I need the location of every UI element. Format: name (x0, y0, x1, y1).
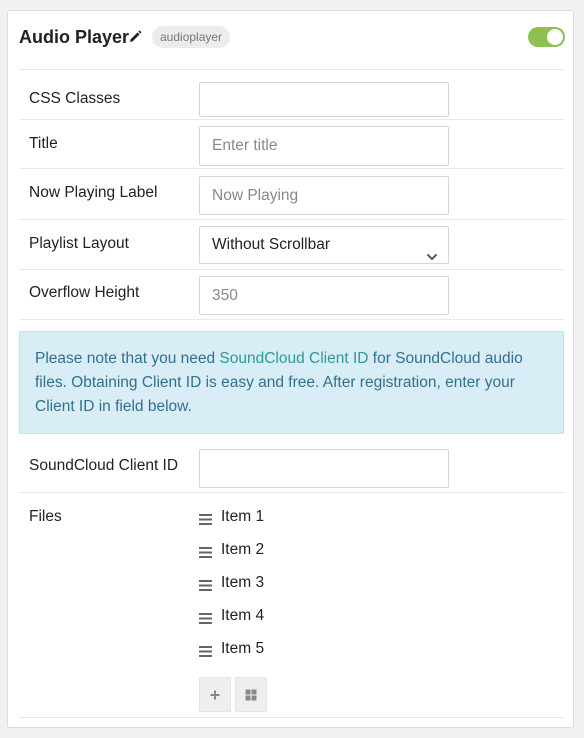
now-playing-input[interactable]: Now Playing (199, 176, 449, 215)
soundcloud-client-id-label: SoundCloud Client ID (29, 457, 179, 474)
now-playing-label: Now Playing Label (29, 184, 158, 201)
overflow-height-label: Overflow Height (29, 284, 140, 301)
add-item-button[interactable] (199, 677, 231, 712)
list-item-label: Item 3 (221, 574, 265, 591)
soundcloud-notice: Please note that you need SoundCloud Cli… (19, 331, 564, 434)
drag-handle-icon[interactable] (199, 545, 212, 558)
drag-handle-icon[interactable] (199, 578, 212, 591)
list-item-label: Item 2 (221, 541, 265, 558)
notice-text-before: Please note that you need (35, 350, 220, 367)
now-playing-row: Now Playing Label Now Playing (19, 169, 564, 220)
toggle-knob (547, 29, 563, 45)
drag-handle-icon[interactable] (199, 611, 212, 624)
css-classes-input[interactable] (199, 82, 449, 117)
enable-toggle[interactable] (528, 27, 565, 47)
soundcloud-client-id-row: SoundCloud Client ID (19, 441, 564, 493)
css-classes-label: CSS Classes (29, 90, 121, 107)
overflow-height-row: Overflow Height 350 (19, 270, 564, 320)
soundcloud-client-id-link[interactable]: SoundCloud Client ID (219, 350, 368, 367)
soundcloud-client-id-input[interactable] (199, 449, 449, 488)
files-row: Files (19, 493, 564, 718)
grid-view-button[interactable] (235, 677, 267, 712)
drag-handle-icon[interactable] (199, 512, 212, 525)
chevron-down-icon (426, 240, 438, 261)
list-item-label: Item 4 (221, 607, 265, 624)
pencil-icon[interactable] (128, 30, 142, 44)
playlist-layout-selected: Without Scrollbar (212, 236, 331, 253)
title-label: Title (29, 135, 58, 152)
audio-player-panel: Audio Player audioplayer CSS Classes Tit… (7, 10, 574, 728)
css-classes-row: CSS Classes (19, 69, 564, 120)
panel-header: Audio Player audioplayer (8, 11, 573, 63)
playlist-layout-row: Playlist Layout Without Scrollbar (19, 220, 564, 270)
drag-handle-icon[interactable] (199, 644, 212, 657)
overflow-height-input[interactable]: 350 (199, 276, 449, 315)
panel-title: Audio Player (19, 27, 130, 47)
files-label: Files (29, 508, 62, 525)
widget-type-badge: audioplayer (152, 26, 231, 48)
playlist-layout-select[interactable]: Without Scrollbar (199, 226, 449, 264)
title-row: Title Enter title (19, 120, 564, 169)
list-item-label: Item 5 (221, 640, 265, 657)
playlist-layout-label: Playlist Layout (29, 235, 129, 252)
title-input[interactable]: Enter title (199, 126, 449, 166)
list-item-label: Item 1 (221, 508, 265, 525)
